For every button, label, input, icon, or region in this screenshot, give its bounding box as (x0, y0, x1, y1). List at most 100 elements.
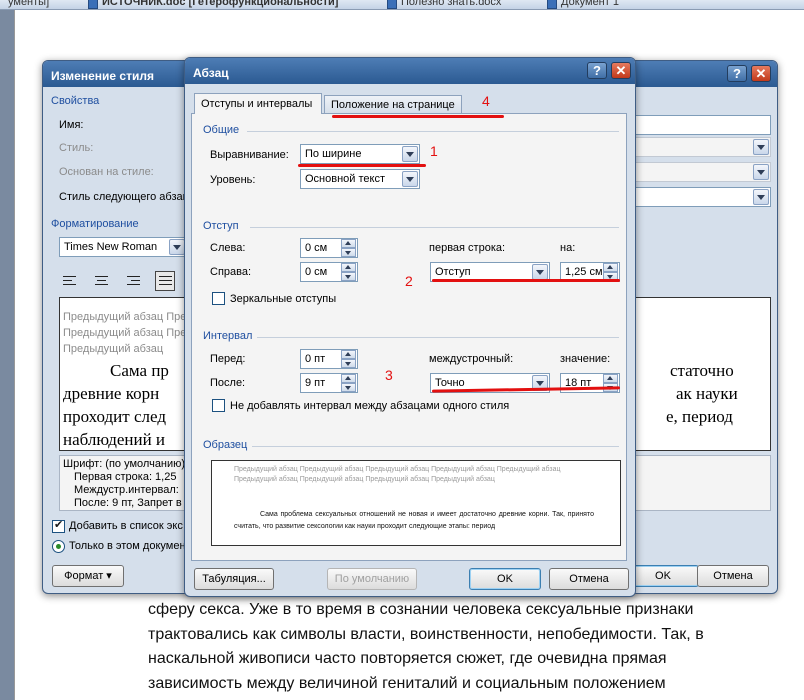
chevron-down-icon (402, 171, 418, 187)
space-after-value: 9 пт (305, 377, 326, 389)
document-tab[interactable]: Полезно знать.docx (385, 0, 502, 9)
ok-button[interactable]: OK (627, 565, 699, 587)
spin-arrows-icon[interactable] (341, 350, 356, 368)
tab-label: Документ 1 (561, 0, 619, 8)
help-button[interactable]: ? (587, 62, 607, 79)
general-header: Общие (203, 124, 240, 136)
spin-arrows-icon[interactable] (341, 239, 356, 257)
first-line-label: первая строка: (429, 242, 506, 254)
preview-body-line: Сама пр (110, 361, 169, 380)
preview-body-line: древние корн (63, 384, 160, 403)
next-style-select[interactable] (633, 187, 771, 207)
right-indent-label: Справа: (210, 266, 252, 278)
word-doc-icon (88, 0, 98, 9)
alignment-label: Выравнивание: (210, 149, 289, 161)
annotation-number-2: 2 (405, 273, 413, 289)
dialog-title: Изменение стиля (51, 69, 154, 83)
space-before-spinner[interactable]: 0 пт (300, 349, 358, 369)
only-this-document-radio[interactable] (52, 540, 65, 553)
alignment-value: По ширине (305, 148, 362, 160)
indent-by-value: 1,25 см (565, 266, 603, 278)
add-to-list-checkbox[interactable] (52, 518, 65, 533)
alignment-select[interactable]: По ширине (300, 144, 420, 164)
space-before-label: Перед: (210, 353, 246, 365)
right-indent-spinner[interactable]: 0 см (300, 262, 358, 282)
chevron-down-icon (532, 264, 548, 280)
tab-label: Отступы и интервалы (201, 98, 313, 110)
spacing-at-label: значение: (560, 353, 611, 365)
description-line: Шрифт: (по умолчанию) (63, 458, 186, 470)
font-select[interactable]: Times New Roman (59, 237, 187, 257)
indent-by-label: на: (560, 242, 576, 254)
annotation-number-4: 4 (482, 93, 490, 109)
cancel-button[interactable]: Отмена (549, 568, 629, 590)
spin-arrows-icon[interactable] (341, 374, 356, 392)
tab-page-position[interactable]: Положение на странице (324, 95, 462, 114)
align-left-button[interactable] (59, 271, 79, 291)
chevron-down-icon (402, 146, 418, 162)
style-type-select[interactable] (633, 137, 771, 157)
properties-header: Свойства (51, 95, 100, 107)
name-label: Имя: (59, 119, 84, 131)
no-space-same-style-checkbox[interactable] (212, 399, 225, 412)
annotation-underline-first-line (432, 279, 620, 282)
cancel-button[interactable]: Отмена (697, 565, 769, 587)
document-tab-active[interactable]: ИСТОЧНИК.doc [Гетерофункциональности] (86, 0, 338, 9)
preview-body-line: проходит след (63, 407, 166, 426)
chevron-down-icon (753, 164, 769, 180)
mirror-indents-checkbox[interactable] (212, 292, 225, 305)
close-button[interactable]: ✕ (611, 62, 631, 79)
document-tab[interactable]: Документ 1 (545, 0, 619, 9)
section-divider (247, 131, 619, 132)
chevron-down-icon (753, 139, 769, 155)
space-after-spinner[interactable]: 9 пт (300, 373, 358, 393)
chevron-down-icon (753, 189, 769, 205)
sample-body-text: Сама проблема сексуальных отношений не н… (234, 511, 594, 530)
tabs-button[interactable]: Табуляция... (194, 568, 274, 590)
align-right-button[interactable] (123, 271, 143, 291)
paragraph-dialog: Абзац ? ✕ Отступы и интервалы Положение … (184, 57, 636, 597)
based-on-label: Основан на стиле: (59, 166, 154, 178)
ok-button[interactable]: OK (469, 568, 541, 590)
preview-prev-line: Предыдущий абзац (63, 343, 164, 355)
left-indent-spinner[interactable]: 0 см (300, 238, 358, 258)
preview-body-line: статочно (670, 361, 734, 380)
tab-indents-spacing[interactable]: Отступы и интервалы (194, 93, 322, 114)
chevron-down-icon (169, 239, 185, 255)
preview-body-line: наблюдений и (63, 430, 166, 449)
only-this-document-label: Только в этом документ (69, 540, 191, 552)
dialog-title: Абзац (193, 66, 229, 80)
format-menu-button[interactable]: Формат ▾ (52, 565, 124, 587)
indent-header: Отступ (203, 220, 239, 232)
annotation-number-1: 1 (430, 143, 438, 159)
indents-spacing-panel: Общие Выравнивание: По ширине Уровень: О… (191, 113, 627, 561)
sample-header: Образец (203, 439, 248, 451)
based-on-select[interactable] (633, 162, 771, 182)
document-tab[interactable]: ументы] (0, 0, 49, 9)
description-line: После: 9 пт, Запрет в (74, 497, 182, 509)
help-button[interactable]: ? (727, 65, 747, 82)
outline-level-label: Уровень: (210, 174, 256, 186)
left-indent-value: 0 см (305, 242, 328, 254)
align-center-button[interactable] (91, 271, 111, 291)
line-spacing-value: Точно (435, 377, 465, 389)
close-button[interactable]: ✕ (751, 65, 771, 82)
tab-label: Положение на странице (331, 99, 455, 111)
document-tab-bar: ументы] ИСТОЧНИК.doc [Гетерофункциональн… (0, 0, 804, 10)
spin-arrows-icon[interactable] (341, 263, 356, 281)
name-input[interactable] (633, 115, 771, 135)
section-divider (250, 227, 619, 228)
default-button[interactable]: По умолчанию (327, 568, 417, 590)
space-after-label: После: (210, 377, 246, 389)
annotation-underline-alignment (298, 164, 426, 167)
word-doc-icon (387, 0, 397, 9)
outline-level-select[interactable]: Основной текст (300, 169, 420, 189)
description-line: Междустр.интервал: (74, 484, 179, 496)
align-justify-button[interactable] (155, 271, 175, 291)
tab-label: Полезно знать.docx (401, 0, 502, 8)
outline-level-value: Основной текст (305, 173, 385, 185)
font-value: Times New Roman (64, 241, 158, 253)
mirror-indents-label: Зеркальные отступы (230, 293, 337, 305)
spacing-header: Интервал (203, 330, 253, 342)
next-style-label: Стиль следующего абзаца: (59, 191, 199, 203)
